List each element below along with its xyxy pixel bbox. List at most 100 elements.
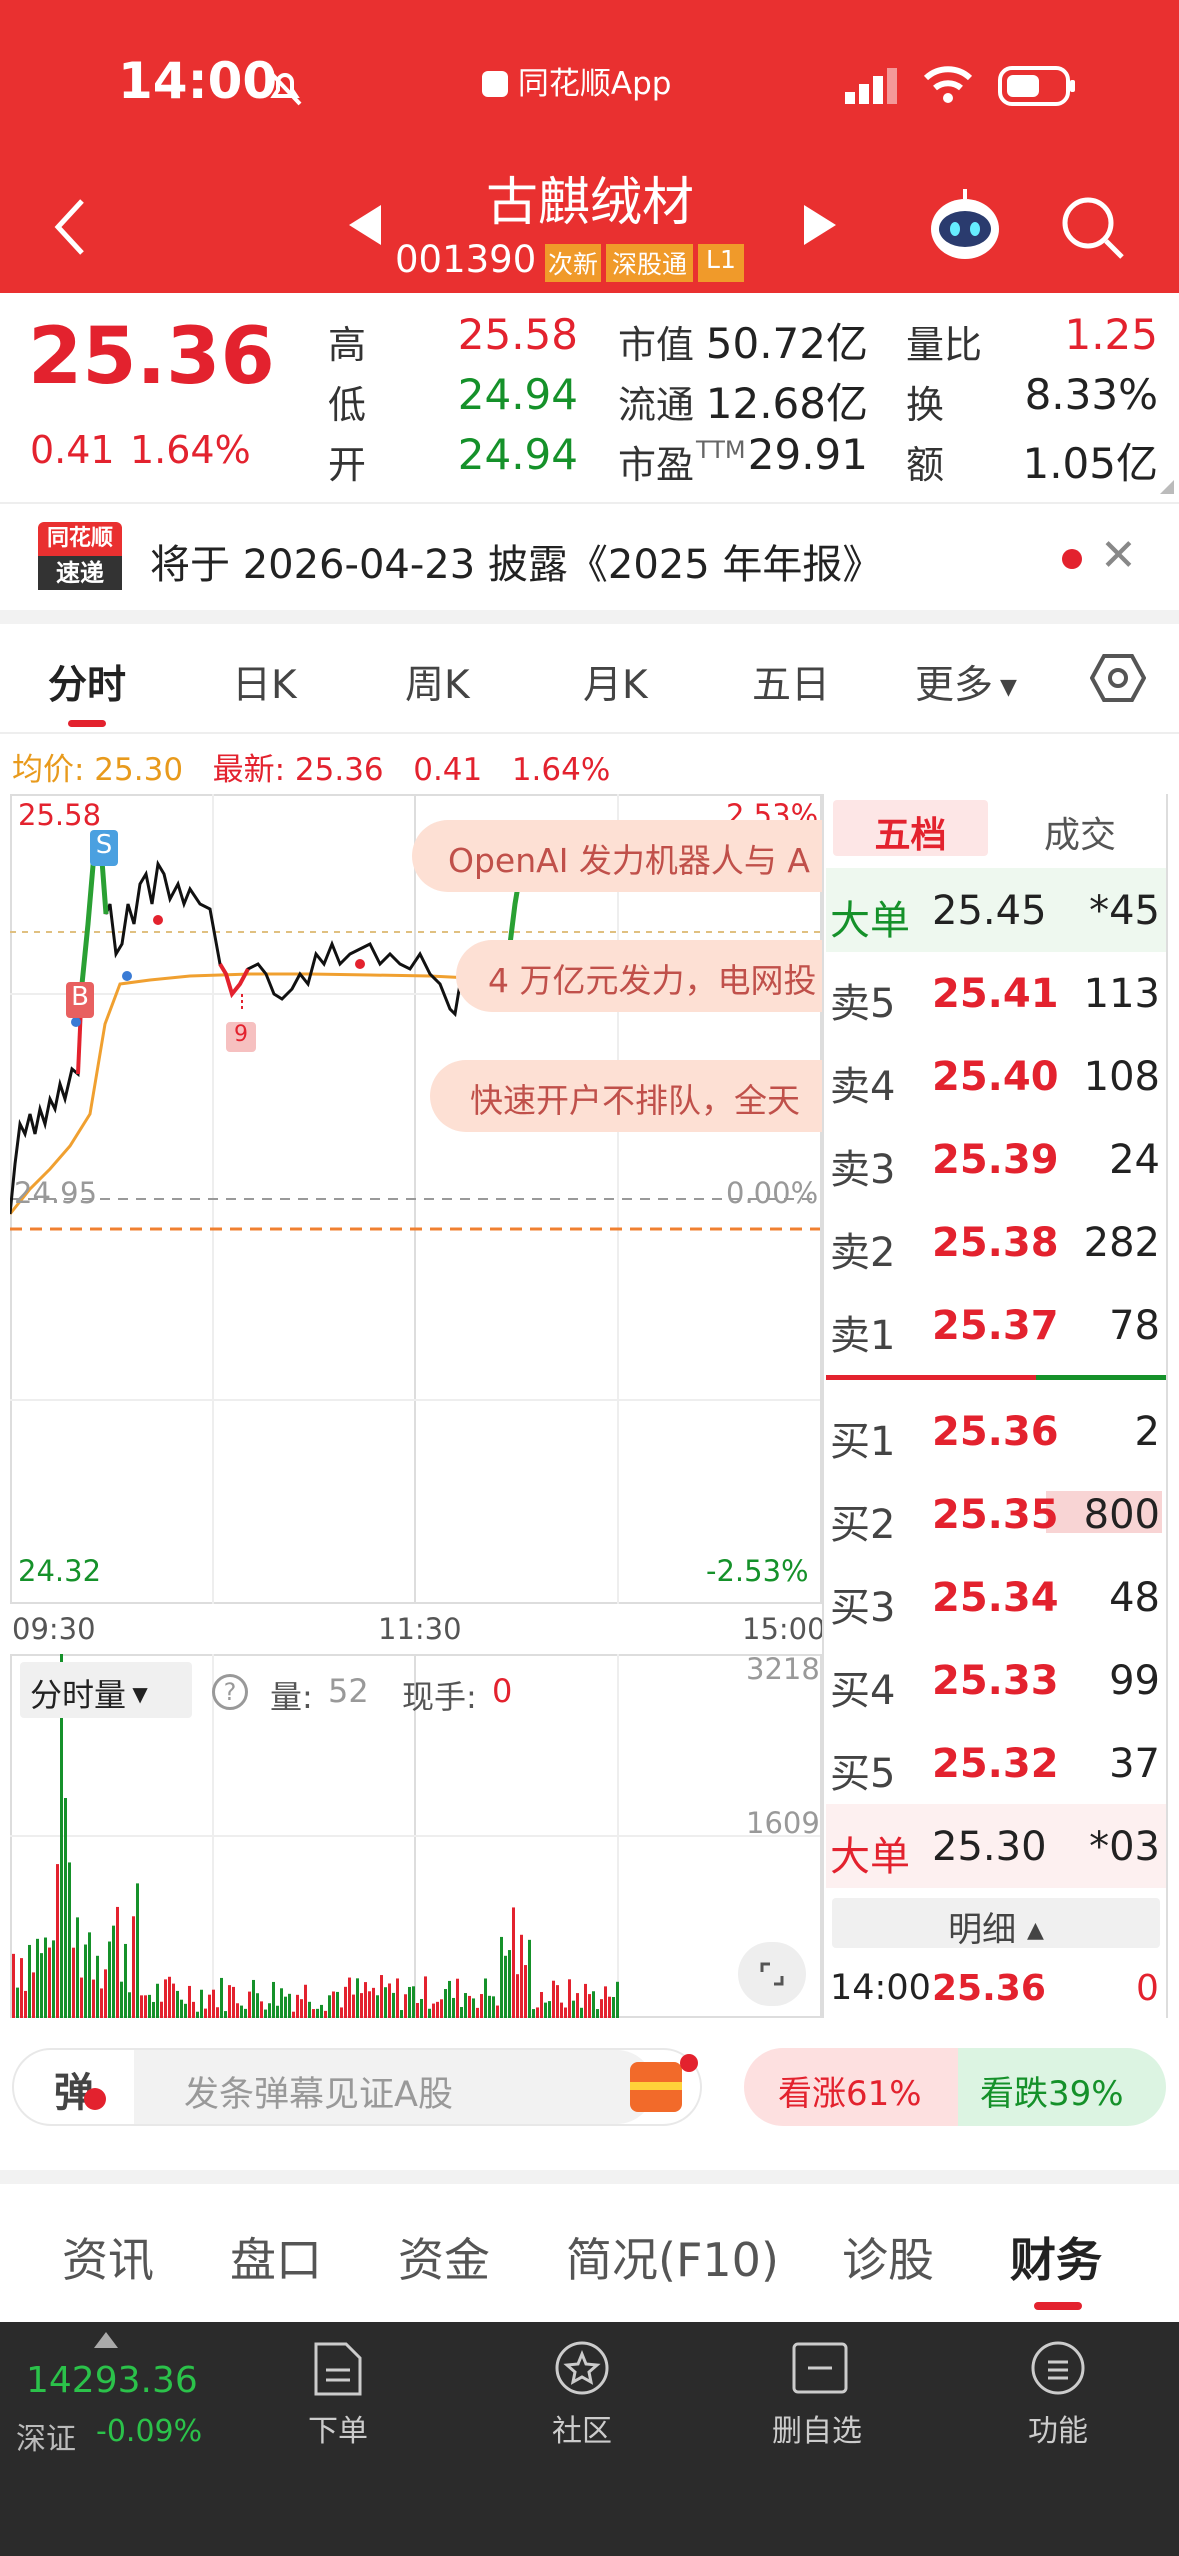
news-bubble[interactable]: OpenAI 发力机器人与 A bbox=[412, 820, 822, 892]
volume-bar bbox=[424, 1976, 427, 2018]
tab-five-levels[interactable]: 五档 bbox=[833, 800, 988, 856]
tab-diagnosis[interactable]: 诊股 bbox=[842, 2224, 934, 2290]
mcap-value: 50.72亿 bbox=[705, 319, 868, 368]
orderbook-row[interactable]: 买2 25.35 800 bbox=[826, 1472, 1166, 1552]
orderbook-volume: 282 bbox=[1083, 1220, 1160, 1266]
orderbook-row[interactable]: 买3 25.34 48 bbox=[826, 1555, 1166, 1635]
fullscreen-icon[interactable] bbox=[738, 1942, 806, 2006]
volume-bar bbox=[404, 1994, 407, 2018]
volume-bar bbox=[488, 1995, 491, 2018]
volume-bar bbox=[564, 2007, 567, 2018]
tab-finance[interactable]: 财务 bbox=[1010, 2224, 1102, 2290]
help-icon[interactable]: ? bbox=[212, 1674, 248, 1710]
prev-stock-icon[interactable] bbox=[345, 203, 385, 247]
tab-week-k[interactable]: 周K bbox=[405, 654, 470, 710]
volume-bar bbox=[244, 2008, 247, 2018]
detail-toggle[interactable]: 明细 ▲ bbox=[832, 1898, 1160, 1950]
nav-order[interactable]: 下单 bbox=[308, 2406, 368, 2450]
orderbook-row[interactable]: 买4 25.33 99 bbox=[826, 1638, 1166, 1718]
orderbook-row[interactable]: 大单 25.30 *03 bbox=[826, 1804, 1166, 1884]
tab-day-k[interactable]: 日K bbox=[232, 654, 297, 710]
buy-signal-marker[interactable]: B bbox=[66, 982, 94, 1018]
orderbook-volume: 2 bbox=[1134, 1409, 1160, 1455]
volume-bar bbox=[480, 1994, 483, 2018]
volume-bar bbox=[468, 1995, 471, 2018]
intraday-price-chart[interactable] bbox=[10, 794, 822, 1604]
tab-more[interactable]: 更多 ▼ bbox=[915, 654, 1017, 710]
news-bubble[interactable]: 快速开户不排队，全天 bbox=[430, 1060, 822, 1132]
detail-price: 25.36 bbox=[932, 1968, 1046, 2009]
volume-bar bbox=[604, 1986, 607, 2018]
orderbook-level-label: 卖1 bbox=[830, 1313, 896, 1359]
volume-type-dropdown[interactable]: 分时量 ▼ bbox=[20, 1662, 192, 1718]
volume-bar bbox=[224, 2011, 227, 2018]
app-name: 同花顺App bbox=[482, 58, 672, 103]
tab-order-book[interactable]: 盘口 bbox=[230, 2224, 322, 2290]
amount-value: 1.05亿 bbox=[1022, 439, 1158, 488]
orderbook-row[interactable]: 买1 25.36 2 bbox=[826, 1389, 1166, 1469]
volume-bar bbox=[528, 1939, 531, 2018]
volume-bar bbox=[196, 2011, 199, 2018]
tab-month-k[interactable]: 月K bbox=[583, 654, 648, 710]
gift-icon[interactable] bbox=[630, 2062, 682, 2112]
tab-intraday[interactable]: 分时 bbox=[48, 654, 126, 710]
tab-trades[interactable]: 成交 bbox=[1044, 806, 1116, 858]
nav-functions[interactable]: 功能 bbox=[1028, 2406, 1088, 2450]
nine-turn-marker[interactable]: 9 bbox=[226, 1022, 256, 1052]
volume-bar bbox=[532, 2009, 535, 2018]
volume-bar bbox=[448, 1980, 451, 2018]
volume-bar bbox=[600, 1999, 603, 2018]
low-value: 24.94 bbox=[457, 370, 578, 419]
volume-max-label: 3218 bbox=[746, 1652, 820, 1686]
index-expand-icon[interactable] bbox=[94, 2332, 118, 2348]
back-icon[interactable] bbox=[50, 195, 90, 259]
volume-bar bbox=[612, 1996, 615, 2018]
pe-ttm-label: TTM bbox=[696, 436, 746, 464]
nav-community[interactable]: 社区 bbox=[552, 2406, 612, 2450]
orderbook-volume: 113 bbox=[1083, 971, 1160, 1017]
tab-five-day[interactable]: 五日 bbox=[752, 654, 830, 710]
orderbook-volume: *45 bbox=[1089, 888, 1160, 934]
notice-banner[interactable]: 同花顺 速递 将于 2026-04-23 披露《2025 年年报》 ✕ bbox=[0, 504, 1179, 610]
orderbook-row[interactable]: 卖1 25.37 78 bbox=[826, 1283, 1166, 1363]
bearish-vote-button[interactable]: 看跌39% bbox=[958, 2048, 1166, 2126]
orderbook-row[interactable]: 卖5 25.41 113 bbox=[826, 951, 1166, 1031]
orderbook-row[interactable]: 卖3 25.39 24 bbox=[826, 1117, 1166, 1197]
amount-label: 额 bbox=[906, 443, 945, 487]
search-icon[interactable] bbox=[1060, 195, 1126, 261]
orderbook-row[interactable]: 买5 25.32 37 bbox=[826, 1721, 1166, 1801]
orderbook-row[interactable]: 卖4 25.40 108 bbox=[826, 1034, 1166, 1114]
time-start-label: 09:30 bbox=[12, 1612, 96, 1646]
robot-assistant-icon[interactable] bbox=[925, 185, 1005, 265]
orderbook-volume: 24 bbox=[1109, 1137, 1160, 1183]
volume-bar bbox=[164, 1979, 167, 2018]
index-value[interactable]: 14293.36 bbox=[26, 2360, 198, 2401]
tab-news[interactable]: 资讯 bbox=[62, 2224, 154, 2290]
volume-bar bbox=[400, 2010, 403, 2018]
danmu-input[interactable]: 弹 发条弹幕见证A股 bbox=[12, 2048, 702, 2126]
volume-bar bbox=[208, 1994, 211, 2018]
status-time: 14:00 bbox=[118, 52, 278, 110]
volume-bar bbox=[232, 1986, 235, 2018]
volume-bar bbox=[220, 1977, 223, 2018]
latest-price: 最新: 25.36 bbox=[212, 752, 384, 788]
volume-bar bbox=[380, 1975, 383, 2018]
turnover-value: 8.33% bbox=[1024, 370, 1158, 419]
next-stock-icon[interactable] bbox=[800, 203, 840, 247]
volume-bar bbox=[592, 1991, 595, 2018]
orderbook-price: 25.41 bbox=[932, 971, 1059, 1017]
orderbook-level-label: 大单 bbox=[830, 898, 910, 944]
orderbook-row[interactable]: 大单 25.45 *45 bbox=[826, 868, 1166, 948]
orderbook-row[interactable]: 卖2 25.38 282 bbox=[826, 1200, 1166, 1280]
menu-icon bbox=[1031, 2341, 1085, 2395]
nav-remove-watchlist[interactable]: 删自选 bbox=[772, 2406, 862, 2450]
settings-hex-icon[interactable] bbox=[1090, 652, 1146, 704]
tab-capital[interactable]: 资金 bbox=[398, 2224, 490, 2290]
close-icon[interactable]: ✕ bbox=[1100, 530, 1137, 581]
expand-corner-icon[interactable] bbox=[1160, 480, 1174, 494]
tab-f10[interactable]: 简况(F10) bbox=[566, 2224, 779, 2290]
volume-bar bbox=[500, 1936, 503, 2018]
sell-signal-marker[interactable]: S bbox=[90, 830, 118, 866]
news-bubble[interactable]: 4 万亿元发力，电网投 bbox=[456, 940, 822, 1012]
bullish-vote-button[interactable]: 看涨61% bbox=[744, 2048, 958, 2126]
